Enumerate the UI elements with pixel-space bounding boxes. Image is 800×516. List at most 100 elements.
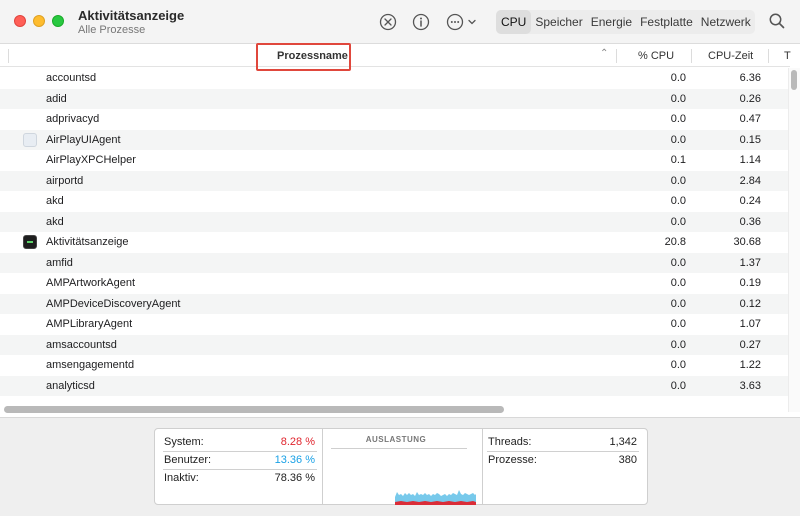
horizontal-scroll-thumb[interactable]	[4, 406, 504, 413]
cpu-percent-cell: 0.0	[670, 113, 686, 125]
cpu-percent-cell: 0.0	[670, 72, 686, 84]
processes-value: 380	[618, 454, 637, 466]
table-header: Prozessname ⌃ % CPU CPU-Zeit T	[0, 45, 791, 67]
cpu-time-cell: 0.24	[739, 195, 761, 207]
idle-label: Inaktiv:	[164, 472, 199, 484]
toolbar: Aktivitätsanzeige Alle Prozesse CPU Spei…	[0, 0, 800, 44]
info-icon	[412, 13, 430, 31]
cpu-percent-cell: 0.0	[670, 338, 686, 351]
view-tabs: CPU Speicher Energie Festplatte Netzwerk	[496, 10, 755, 34]
x-circle-icon	[379, 13, 397, 31]
column-header-cpu-time[interactable]: CPU-Zeit	[708, 45, 753, 67]
process-name-cell: accountsd	[46, 72, 97, 84]
table-row[interactable]: analyticsd 0.0 3.63	[0, 375, 788, 396]
table-row[interactable]: Aktivitätsanzeige 20.8 30.68	[0, 232, 788, 253]
ellipsis-circle-icon	[446, 13, 463, 31]
cpu-time-cell: 3.63	[739, 379, 761, 392]
process-name-cell: akd	[46, 215, 64, 228]
cpu-time-cell: 0.36	[739, 215, 761, 228]
table-row[interactable]: amsengagementd 0.0 1.22	[0, 355, 788, 376]
vertical-scroll-thumb[interactable]	[791, 70, 797, 90]
graph-title: AUSLASTUNG	[365, 435, 427, 444]
cpu-load-graph	[395, 490, 476, 505]
tab-netzwerk[interactable]: Netzwerk	[697, 10, 755, 34]
box-divider	[482, 429, 483, 504]
cpu-time-cell: 6.36	[739, 72, 761, 84]
magnifier-icon	[769, 13, 785, 29]
threads-label: Threads:	[488, 436, 532, 448]
cpu-percent-cell: 0.1	[670, 154, 686, 166]
column-divider	[768, 49, 769, 63]
sort-ascending-icon[interactable]: ⌃	[600, 48, 608, 59]
user-value: 13.36 %	[274, 454, 315, 466]
cpu-percent-cell: 0.0	[670, 174, 686, 187]
user-label: Benutzer:	[164, 454, 212, 466]
tab-cpu[interactable]: CPU	[496, 10, 532, 34]
table-row[interactable]: AMPDeviceDiscoveryAgent 0.0 0.12	[0, 293, 788, 314]
cpu-percent-cell: 0.0	[670, 215, 686, 228]
process-name-cell: adid	[46, 92, 67, 105]
process-name-cell: AMPLibraryAgent	[46, 318, 133, 330]
process-name-cell: AMPDeviceDiscoveryAgent	[46, 297, 181, 310]
column-header-cpu[interactable]: % CPU	[638, 45, 674, 67]
table-row[interactable]: amfid 0.0 1.37	[0, 252, 788, 273]
tab-festplatte[interactable]: Festplatte	[636, 10, 697, 34]
info-button[interactable]	[410, 11, 432, 33]
table-row[interactable]: accountsd 0.0 6.36	[0, 68, 788, 89]
process-name-cell: amfid	[46, 256, 73, 269]
more-actions-button[interactable]	[445, 11, 477, 33]
vertical-scrollbar[interactable]	[788, 68, 800, 412]
table-row[interactable]: AMPLibraryAgent 0.0 1.07	[0, 314, 788, 335]
cpu-time-cell: 1.37	[739, 256, 761, 269]
column-header-process-name[interactable]: Prozessname	[277, 45, 348, 67]
cpu-time-cell: 0.15	[739, 133, 761, 146]
divider	[163, 469, 317, 470]
cpu-time-cell: 1.22	[739, 359, 761, 371]
cpu-percent-cell: 0.0	[670, 92, 686, 105]
table-row[interactable]: amsaccountsd 0.0 0.27	[0, 334, 788, 355]
table-row[interactable]: akd 0.0 0.24	[0, 191, 788, 212]
cpu-time-cell: 0.27	[739, 338, 761, 351]
cpu-percent-cell: 0.0	[670, 359, 686, 371]
process-name-cell: amsengagementd	[46, 359, 135, 371]
table-row[interactable]: adprivacyd 0.0 0.47	[0, 109, 788, 130]
divider	[163, 451, 317, 452]
table-row[interactable]: adid 0.0 0.26	[0, 88, 788, 109]
activity-monitor-app-icon	[23, 235, 37, 249]
idle-value: 78.36 %	[274, 472, 315, 484]
chevron-down-icon	[467, 19, 476, 25]
cpu-time-cell: 30.68	[733, 236, 761, 248]
process-name-cell: analyticsd	[46, 379, 95, 392]
summary-panel: System: 8.28 % Benutzer: 13.36 % Inaktiv…	[0, 417, 800, 516]
tab-speicher[interactable]: Speicher	[531, 10, 586, 34]
zoom-window-button[interactable]	[52, 15, 64, 27]
process-name-cell: AirPlayUIAgent	[46, 133, 121, 146]
process-name-cell: AirPlayXPCHelper	[46, 154, 136, 166]
cpu-percent-cell: 20.8	[664, 236, 686, 248]
processes-label: Prozesse:	[488, 454, 537, 466]
table-row[interactable]: AMPArtworkAgent 0.0 0.19	[0, 273, 788, 294]
minimize-window-button[interactable]	[33, 15, 45, 27]
window-subtitle: Alle Prozesse	[78, 24, 146, 36]
cpu-percent-cell: 0.0	[670, 297, 686, 310]
close-window-button[interactable]	[14, 15, 26, 27]
cpu-percent-cell: 0.0	[670, 277, 686, 289]
stats-box: System: 8.28 % Benutzer: 13.36 % Inaktiv…	[154, 428, 648, 505]
table-row[interactable]: AirPlayXPCHelper 0.1 1.14	[0, 150, 788, 171]
cpu-time-cell: 1.07	[739, 318, 761, 330]
stop-process-button[interactable]	[377, 11, 399, 33]
search-button[interactable]	[768, 12, 786, 33]
process-table: accountsd 0.0 6.36 adid 0.0 0.26 adprivacyd 0.0…	[0, 68, 788, 400]
process-name-cell: amsaccountsd	[46, 338, 117, 351]
column-header-threads[interactable]: T	[784, 45, 791, 67]
process-name-cell: Aktivitätsanzeige	[46, 236, 129, 248]
process-name-cell: adprivacyd	[46, 113, 100, 125]
table-row[interactable]: airportd 0.0 2.84	[0, 170, 788, 191]
table-row[interactable]: akd 0.0 0.36	[0, 211, 788, 232]
cpu-time-cell: 0.47	[739, 113, 761, 125]
tab-energie[interactable]: Energie	[587, 10, 636, 34]
table-row[interactable]: AirPlayUIAgent 0.0 0.15	[0, 129, 788, 150]
process-name-cell: akd	[46, 195, 64, 207]
cpu-percent-cell: 0.0	[670, 379, 686, 392]
divider	[487, 451, 639, 452]
